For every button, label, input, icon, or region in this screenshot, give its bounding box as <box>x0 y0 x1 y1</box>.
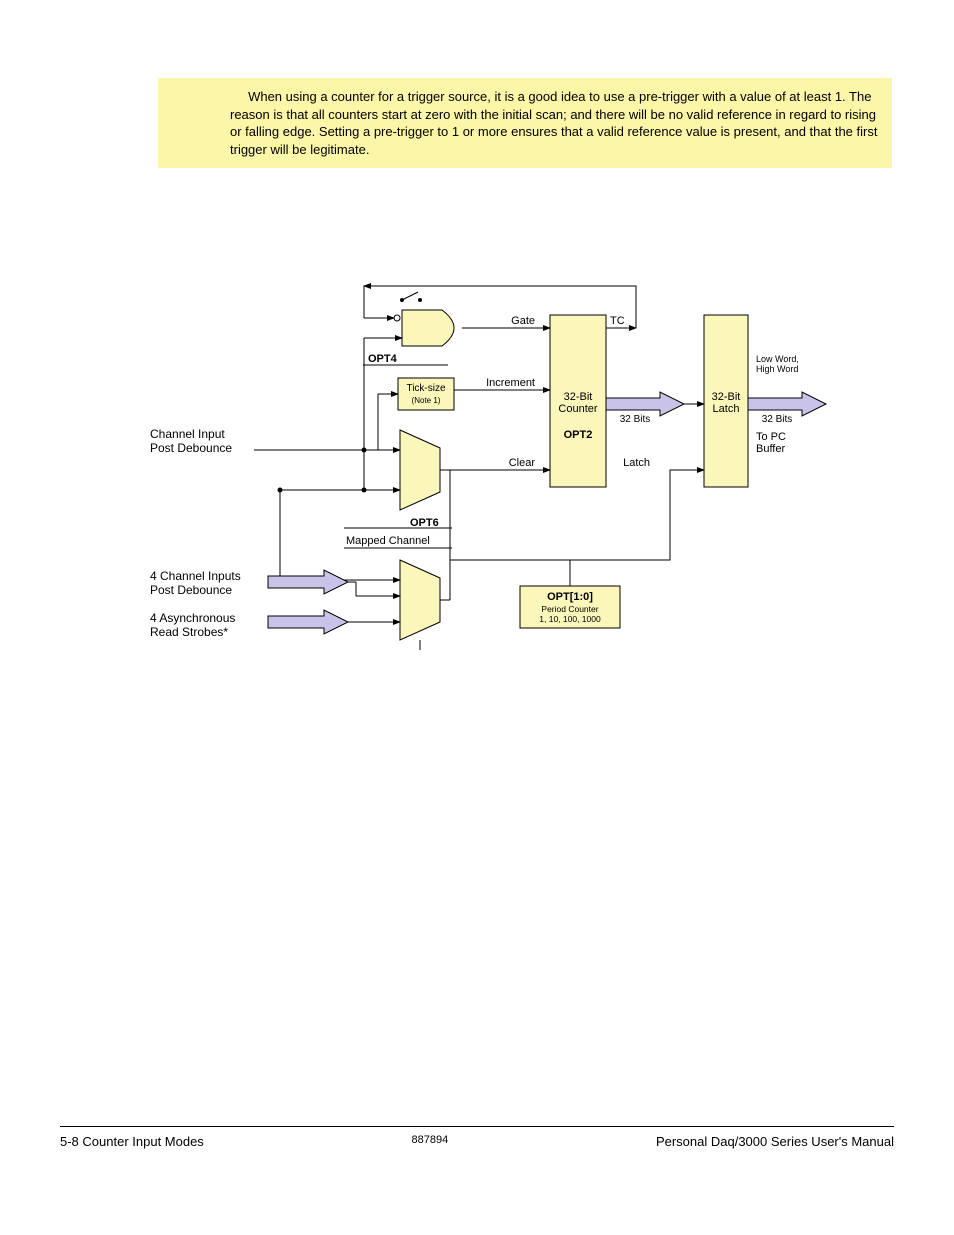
tc-label: TC <box>610 315 625 327</box>
tip-callout: When using a counter for a trigger sourc… <box>158 78 892 168</box>
channel-input-label: Channel InputPost Debounce <box>150 427 232 455</box>
tick-size-label: Tick-size <box>406 383 446 394</box>
bits32b-label: 32 Bits <box>762 414 793 425</box>
increment-label: Increment <box>486 377 535 389</box>
clear-label: Clear <box>509 457 536 469</box>
footer-rule <box>60 1126 894 1127</box>
tick-note-label: (Note 1) <box>412 396 441 405</box>
opt10-sub2: 1, 10, 100, 1000 <box>539 614 601 624</box>
four-inputs-label: 4 Channel InputsPost Debounce <box>150 569 241 597</box>
block-diagram: 32-BitCounter OPT2 32-BitLatch Gate TC O… <box>140 270 840 670</box>
opt4-label: OPT4 <box>368 353 398 365</box>
page-footer: 5-8 Counter Input Modes 887894 Personal … <box>60 1134 894 1149</box>
tip-text: When using a counter for a trigger sourc… <box>230 89 877 157</box>
opt2-label: OPT2 <box>564 429 593 441</box>
latch32-label: 32-BitLatch <box>712 391 741 415</box>
four-strobes-label: 4 AsynchronousRead Strobes* <box>150 611 235 639</box>
footer-left: 5-8 Counter Input Modes <box>60 1134 204 1149</box>
counter-label: 32-BitCounter <box>558 391 597 415</box>
footer-center: 887894 <box>412 1134 449 1149</box>
opt10-title: OPT[1:0] <box>547 591 593 603</box>
footer-right: Personal Daq/3000 Series User's Manual <box>656 1134 894 1149</box>
bits32a-label: 32 Bits <box>620 414 651 425</box>
lowhigh-label: Low Word,High Word <box>756 354 799 374</box>
opt6-label: OPT6 <box>410 517 439 529</box>
opt10-sub1: Period Counter <box>541 604 598 614</box>
gate-label: Gate <box>511 315 535 327</box>
latch-label: Latch <box>623 457 650 469</box>
mapped-channel-label: Mapped Channel <box>346 535 430 547</box>
topc-label: To PCBuffer <box>756 431 786 455</box>
